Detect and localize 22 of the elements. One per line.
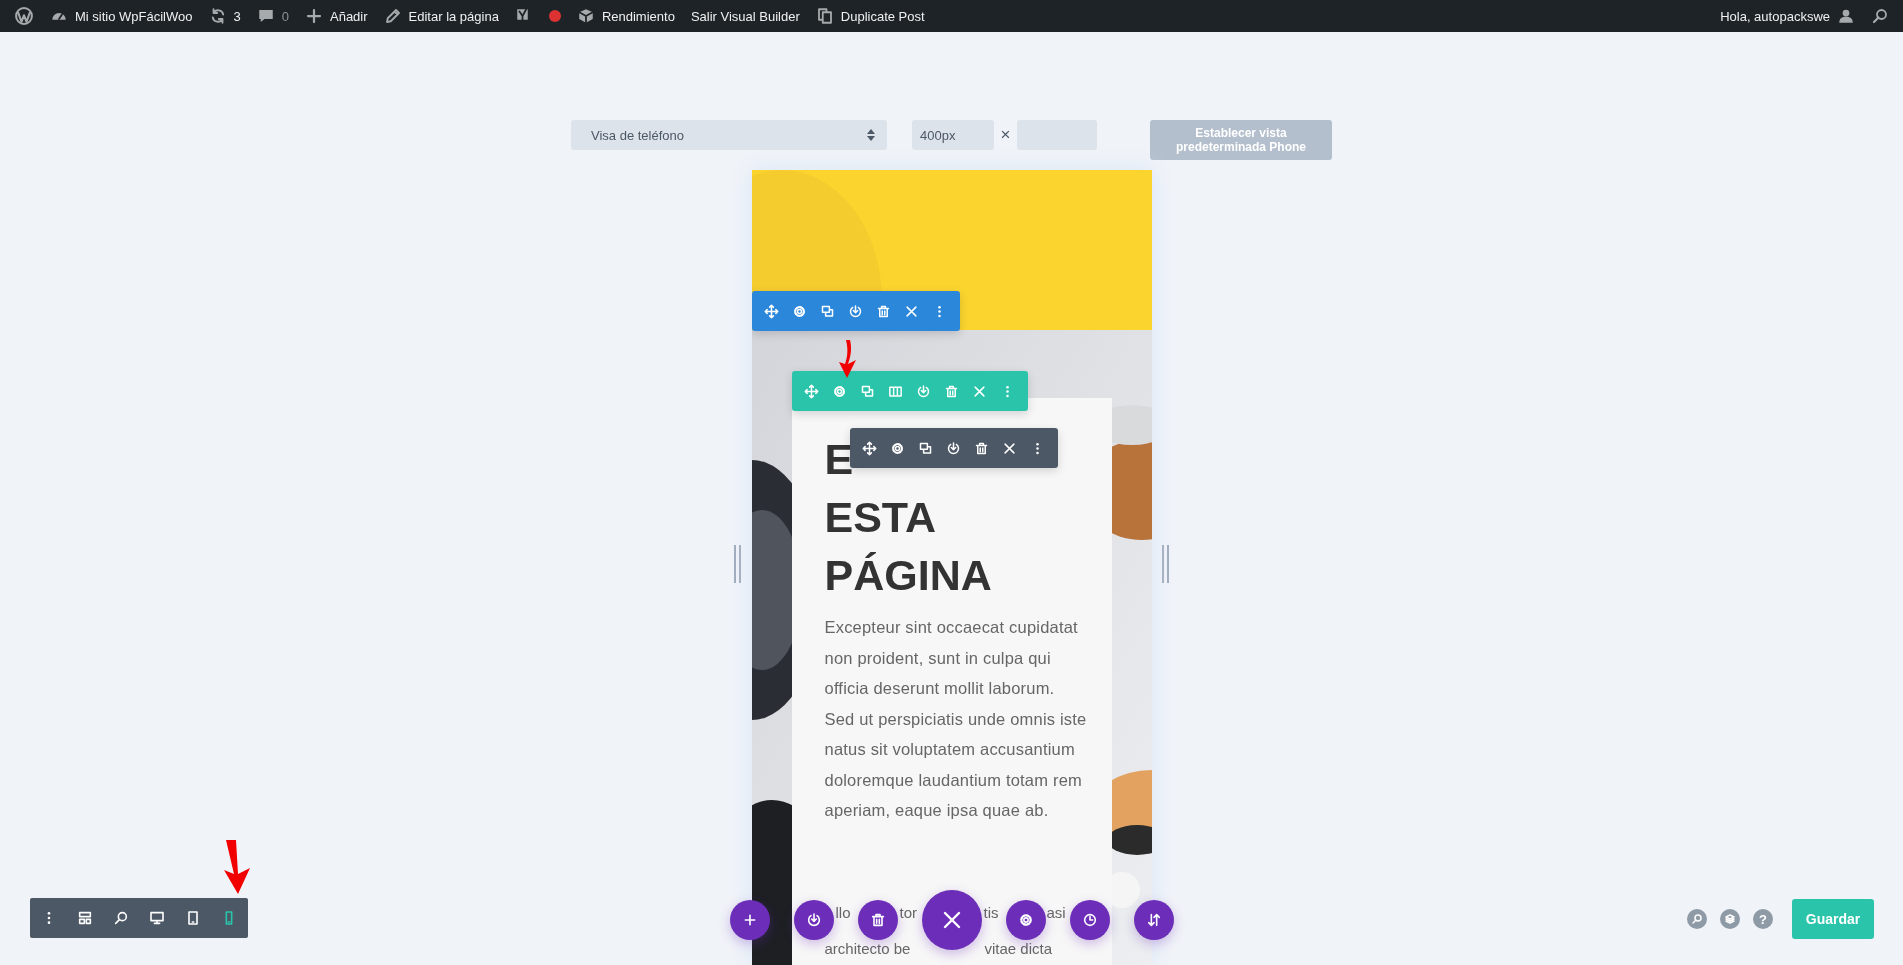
- account-link[interactable]: Hola, autopackswe: [1720, 8, 1830, 24]
- body-paragraph: Excepteur sint occaecat cupidatat non proident, sunt in culpa qui officia deserunt mollit laborum. Sed ut perspiciatis unde omnis iste natus sit voluptatem accusantium doloremque laudantium totam rem aperiam, eaque ipsa quae ab.: [824, 617, 1087, 821]
- device-select[interactable]: Visa de teléfono: [571, 120, 887, 150]
- menu-link[interactable]: Duplicate Post: [840, 8, 925, 24]
- paragraph-fragment: tis: [983, 903, 999, 923]
- menu-link[interactable]: Añadir: [330, 8, 368, 24]
- count-link[interactable]: 3: [233, 8, 241, 24]
- dimension-separator: ×: [999, 124, 1012, 146]
- menu-link[interactable]: Editar la página: [408, 8, 499, 24]
- width-field[interactable]: 400px: [912, 120, 994, 150]
- heading-line: PÁGINA: [824, 550, 992, 601]
- paragraph-fragment: tor: [899, 903, 917, 923]
- count-link[interactable]: 0: [281, 8, 289, 24]
- paragraph-fragment: vitae dicta: [984, 939, 1053, 959]
- paragraph-fragment: architecto be: [824, 939, 911, 959]
- heading-line: E: [824, 434, 854, 485]
- paragraph-fragment: llo: [835, 903, 851, 923]
- menu-link[interactable]: Salir Visual Builder: [690, 8, 800, 24]
- menu-link[interactable]: Mi sitio WpFácilWoo: [75, 8, 193, 24]
- paragraph-fragment: asi: [1046, 903, 1066, 923]
- menu-link[interactable]: Rendimiento: [601, 8, 675, 24]
- heading-line: ESTA: [824, 492, 936, 543]
